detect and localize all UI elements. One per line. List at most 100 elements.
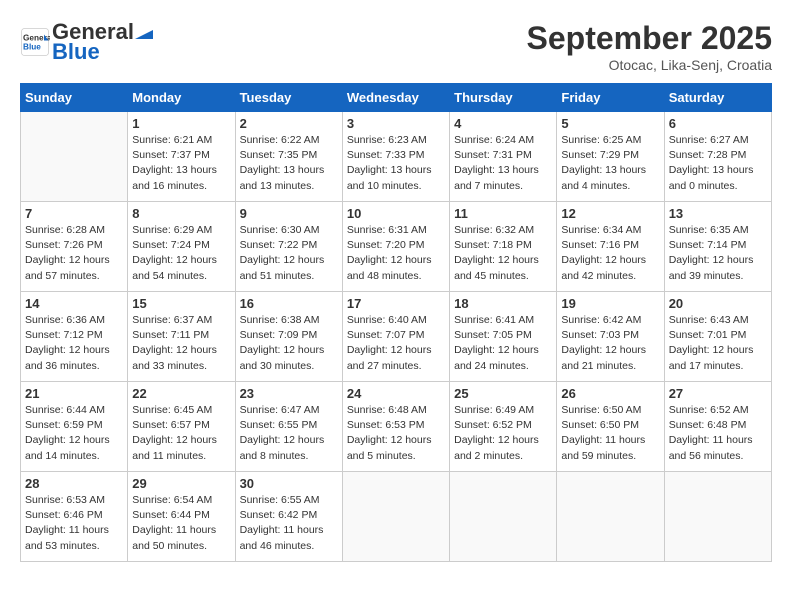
day-info: Sunrise: 6:42 AMSunset: 7:03 PMDaylight:… xyxy=(561,313,659,374)
day-number: 30 xyxy=(240,476,338,491)
day-info: Sunrise: 6:52 AMSunset: 6:48 PMDaylight:… xyxy=(669,403,767,464)
day-info: Sunrise: 6:50 AMSunset: 6:50 PMDaylight:… xyxy=(561,403,659,464)
day-number: 14 xyxy=(25,296,123,311)
calendar-cell: 9 Sunrise: 6:30 AMSunset: 7:22 PMDaylight… xyxy=(235,202,342,292)
calendar-cell: 8 Sunrise: 6:29 AMSunset: 7:24 PMDaylight… xyxy=(128,202,235,292)
month-title: September 2025 xyxy=(527,20,772,57)
weekday-header-sunday: Sunday xyxy=(21,84,128,112)
calendar-cell xyxy=(342,472,449,562)
day-info: Sunrise: 6:22 AMSunset: 7:35 PMDaylight:… xyxy=(240,133,338,194)
day-number: 11 xyxy=(454,206,552,221)
day-number: 26 xyxy=(561,386,659,401)
weekday-header-row: SundayMondayTuesdayWednesdayThursdayFrid… xyxy=(21,84,772,112)
calendar-week-row: 7Sunrise: 6:28 AMSunset: 7:26 PMDaylight… xyxy=(21,202,772,292)
calendar-cell: 22 Sunrise: 6:45 AMSunset: 6:57 PMDayligh… xyxy=(128,382,235,472)
calendar-table: SundayMondayTuesdayWednesdayThursdayFrid… xyxy=(20,83,772,562)
day-info: Sunrise: 6:43 AMSunset: 7:01 PMDaylight:… xyxy=(669,313,767,374)
day-number: 29 xyxy=(132,476,230,491)
calendar-cell: 16 Sunrise: 6:38 AMSunset: 7:09 PMDayligh… xyxy=(235,292,342,382)
day-info: Sunrise: 6:48 AMSunset: 6:53 PMDaylight:… xyxy=(347,403,445,464)
logo: General Blue General Blue xyxy=(20,20,154,64)
calendar-cell: 11Sunrise: 6:32 AMSunset: 7:18 PMDayligh… xyxy=(450,202,557,292)
day-number: 13 xyxy=(669,206,767,221)
calendar-cell xyxy=(21,112,128,202)
day-number: 25 xyxy=(454,386,552,401)
day-number: 3 xyxy=(347,116,445,131)
day-info: Sunrise: 6:35 AMSunset: 7:14 PMDaylight:… xyxy=(669,223,767,284)
day-number: 2 xyxy=(240,116,338,131)
weekday-header-saturday: Saturday xyxy=(664,84,771,112)
calendar-cell: 6Sunrise: 6:27 AMSunset: 7:28 PMDaylight… xyxy=(664,112,771,202)
calendar-cell: 23 Sunrise: 6:47 AMSunset: 6:55 PMDayligh… xyxy=(235,382,342,472)
day-number: 20 xyxy=(669,296,767,311)
day-info: Sunrise: 6:44 AMSunset: 6:59 PMDaylight:… xyxy=(25,403,123,464)
weekday-header-wednesday: Wednesday xyxy=(342,84,449,112)
calendar-cell: 12 Sunrise: 6:34 AMSunset: 7:16 PMDayligh… xyxy=(557,202,664,292)
weekday-header-thursday: Thursday xyxy=(450,84,557,112)
calendar-week-row: 21 Sunrise: 6:44 AMSunset: 6:59 PMDayligh… xyxy=(21,382,772,472)
logo-icon: General Blue xyxy=(20,27,50,57)
calendar-cell: 27 Sunrise: 6:52 AMSunset: 6:48 PMDayligh… xyxy=(664,382,771,472)
day-number: 28 xyxy=(25,476,123,491)
day-info: Sunrise: 6:25 AMSunset: 7:29 PMDaylight:… xyxy=(561,133,659,194)
day-number: 4 xyxy=(454,116,552,131)
calendar-cell xyxy=(664,472,771,562)
day-number: 24 xyxy=(347,386,445,401)
day-info: Sunrise: 6:30 AMSunset: 7:22 PMDaylight:… xyxy=(240,223,338,284)
day-info: Sunrise: 6:40 AMSunset: 7:07 PMDaylight:… xyxy=(347,313,445,374)
day-info: Sunrise: 6:34 AMSunset: 7:16 PMDaylight:… xyxy=(561,223,659,284)
calendar-cell: 19 Sunrise: 6:42 AMSunset: 7:03 PMDayligh… xyxy=(557,292,664,382)
calendar-cell: 30Sunrise: 6:55 AMSunset: 6:42 PMDayligh… xyxy=(235,472,342,562)
day-info: Sunrise: 6:53 AMSunset: 6:46 PMDaylight:… xyxy=(25,493,123,554)
calendar-cell xyxy=(450,472,557,562)
day-info: Sunrise: 6:21 AMSunset: 7:37 PMDaylight:… xyxy=(132,133,230,194)
day-number: 21 xyxy=(25,386,123,401)
svg-text:Blue: Blue xyxy=(23,43,41,52)
day-info: Sunrise: 6:49 AMSunset: 6:52 PMDaylight:… xyxy=(454,403,552,464)
day-info: Sunrise: 6:24 AMSunset: 7:31 PMDaylight:… xyxy=(454,133,552,194)
day-info: Sunrise: 6:28 AMSunset: 7:26 PMDaylight:… xyxy=(25,223,123,284)
day-number: 22 xyxy=(132,386,230,401)
calendar-cell: 24 Sunrise: 6:48 AMSunset: 6:53 PMDayligh… xyxy=(342,382,449,472)
calendar-week-row: 1 Sunrise: 6:21 AMSunset: 7:37 PMDaylight… xyxy=(21,112,772,202)
weekday-header-tuesday: Tuesday xyxy=(235,84,342,112)
day-number: 1 xyxy=(132,116,230,131)
calendar-cell: 13 Sunrise: 6:35 AMSunset: 7:14 PMDayligh… xyxy=(664,202,771,292)
day-number: 5 xyxy=(561,116,659,131)
calendar-cell: 17 Sunrise: 6:40 AMSunset: 7:07 PMDayligh… xyxy=(342,292,449,382)
calendar-week-row: 28 Sunrise: 6:53 AMSunset: 6:46 PMDayligh… xyxy=(21,472,772,562)
calendar-cell: 2 Sunrise: 6:22 AMSunset: 7:35 PMDaylight… xyxy=(235,112,342,202)
weekday-header-monday: Monday xyxy=(128,84,235,112)
calendar-cell: 20 Sunrise: 6:43 AMSunset: 7:01 PMDayligh… xyxy=(664,292,771,382)
weekday-header-friday: Friday xyxy=(557,84,664,112)
day-info: Sunrise: 6:38 AMSunset: 7:09 PMDaylight:… xyxy=(240,313,338,374)
calendar-cell: 7Sunrise: 6:28 AMSunset: 7:26 PMDaylight… xyxy=(21,202,128,292)
day-info: Sunrise: 6:23 AMSunset: 7:33 PMDaylight:… xyxy=(347,133,445,194)
day-number: 27 xyxy=(669,386,767,401)
day-number: 17 xyxy=(347,296,445,311)
calendar-cell: 28 Sunrise: 6:53 AMSunset: 6:46 PMDayligh… xyxy=(21,472,128,562)
calendar-cell: 25 Sunrise: 6:49 AMSunset: 6:52 PMDayligh… xyxy=(450,382,557,472)
calendar-cell: 15 Sunrise: 6:37 AMSunset: 7:11 PMDayligh… xyxy=(128,292,235,382)
day-info: Sunrise: 6:37 AMSunset: 7:11 PMDaylight:… xyxy=(132,313,230,374)
day-info: Sunrise: 6:47 AMSunset: 6:55 PMDaylight:… xyxy=(240,403,338,464)
title-block: September 2025 Otocac, Lika-Senj, Croati… xyxy=(527,20,772,73)
calendar-week-row: 14 Sunrise: 6:36 AMSunset: 7:12 PMDayligh… xyxy=(21,292,772,382)
day-number: 16 xyxy=(240,296,338,311)
day-number: 18 xyxy=(454,296,552,311)
day-info: Sunrise: 6:31 AMSunset: 7:20 PMDaylight:… xyxy=(347,223,445,284)
day-number: 9 xyxy=(240,206,338,221)
calendar-cell: 10Sunrise: 6:31 AMSunset: 7:20 PMDayligh… xyxy=(342,202,449,292)
day-info: Sunrise: 6:41 AMSunset: 7:05 PMDaylight:… xyxy=(454,313,552,374)
day-info: Sunrise: 6:29 AMSunset: 7:24 PMDaylight:… xyxy=(132,223,230,284)
day-number: 19 xyxy=(561,296,659,311)
day-info: Sunrise: 6:45 AMSunset: 6:57 PMDaylight:… xyxy=(132,403,230,464)
day-number: 6 xyxy=(669,116,767,131)
location-subtitle: Otocac, Lika-Senj, Croatia xyxy=(527,57,772,73)
day-number: 23 xyxy=(240,386,338,401)
day-number: 12 xyxy=(561,206,659,221)
day-info: Sunrise: 6:36 AMSunset: 7:12 PMDaylight:… xyxy=(25,313,123,374)
day-number: 8 xyxy=(132,206,230,221)
day-info: Sunrise: 6:54 AMSunset: 6:44 PMDaylight:… xyxy=(132,493,230,554)
day-number: 15 xyxy=(132,296,230,311)
